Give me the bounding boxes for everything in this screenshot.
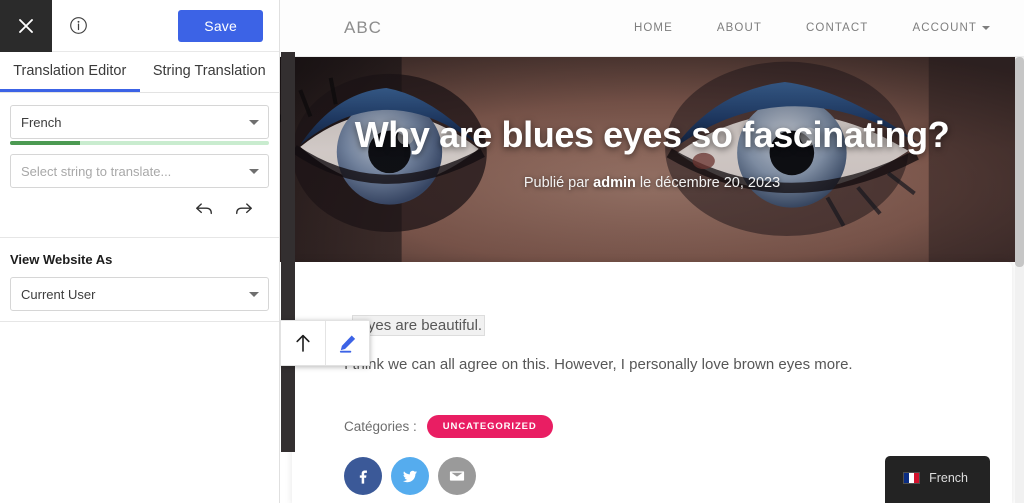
- categories-row: Catégories : UNCATEGORIZED: [344, 414, 960, 438]
- translation-sidebar: Save Translation Editor String Translati…: [0, 0, 280, 503]
- hero-text-block: Why are blues eyes so fascinating? Publi…: [280, 57, 1024, 262]
- nav-item-about-label: ABOUT: [716, 22, 762, 34]
- pencil-edit-icon[interactable]: [325, 321, 369, 365]
- chevron-down-icon: [249, 292, 259, 297]
- language-switcher[interactable]: French: [885, 456, 990, 503]
- scrollbar-thumb[interactable]: [1015, 57, 1024, 267]
- arrow-up-icon[interactable]: [281, 321, 325, 365]
- post-author: admin: [593, 175, 636, 191]
- close-icon[interactable]: [0, 0, 52, 52]
- history-controls: [10, 188, 269, 227]
- language-select[interactable]: French: [10, 105, 269, 139]
- french-flag-icon: [903, 472, 921, 484]
- save-button[interactable]: Save: [178, 9, 263, 42]
- language-switcher-label: French: [929, 471, 968, 485]
- tab-string-translation-label: String Translation: [152, 63, 266, 79]
- nav-item-home-label: HOME: [633, 22, 673, 34]
- string-select[interactable]: Select string to translate...: [10, 154, 269, 188]
- view-as-select-value: Current User: [21, 286, 96, 302]
- preview-scrollbar[interactable]: [1015, 57, 1024, 503]
- website-preview: ABC HOME ABOUT CONTACT ACCOUNT Why are b…: [280, 0, 1024, 503]
- tab-translation-editor[interactable]: Translation Editor: [0, 52, 140, 92]
- tab-translation-editor-label: Translation Editor: [13, 63, 127, 79]
- post-meta: Publié par admin le décembre 20, 2023: [524, 175, 780, 191]
- categories-label: Catégories :: [344, 418, 417, 434]
- sidebar-header: Save: [0, 0, 279, 52]
- category-badge-uncategorized[interactable]: UNCATEGORIZED: [426, 414, 553, 438]
- share-twitter-icon[interactable]: [391, 456, 429, 495]
- undo-icon[interactable]: [191, 197, 217, 221]
- chevron-down-icon: [249, 120, 259, 125]
- translatable-string-highlight[interactable]: eyes are beautiful.: [352, 315, 486, 336]
- site-navbar: ABC HOME ABOUT CONTACT ACCOUNT: [280, 0, 1024, 57]
- view-as-select[interactable]: Current User: [10, 277, 269, 311]
- translation-controls-section: French Select string to translate...: [0, 93, 279, 238]
- translation-editor-app: Save Translation Editor String Translati…: [0, 0, 1024, 503]
- nav-item-account-label: ACCOUNT: [912, 22, 977, 34]
- chevron-down-icon: [249, 169, 259, 174]
- language-select-value: French: [21, 114, 62, 130]
- share-facebook-icon[interactable]: [344, 456, 382, 495]
- share-email-icon[interactable]: [438, 456, 476, 495]
- nav-item-contact-label: CONTACT: [806, 22, 869, 34]
- hero-banner: Why are blues eyes so fascinating? Publi…: [280, 57, 1024, 262]
- nav-item-about[interactable]: ABOUT: [717, 22, 762, 34]
- page-title: Why are blues eyes so fascinating?: [354, 114, 950, 155]
- nav-item-contact[interactable]: CONTACT: [806, 22, 868, 34]
- editor-tabs: Translation Editor String Translation: [0, 52, 279, 93]
- preview-frame-edge: [281, 52, 295, 452]
- string-select-placeholder: Select string to translate...: [21, 163, 172, 179]
- view-website-as-label: View Website As: [10, 252, 113, 267]
- nav-item-account[interactable]: ACCOUNT: [912, 22, 990, 34]
- translation-progress-bar: [10, 141, 269, 145]
- chevron-down-icon: [982, 26, 990, 30]
- nav-links: HOME ABOUT CONTACT ACCOUNT: [634, 22, 990, 34]
- post-meta-suffix: le décembre 20, 2023: [635, 175, 781, 191]
- article-paragraph-2: I think we can all agree on this. Howeve…: [344, 356, 853, 374]
- redo-icon[interactable]: [231, 197, 257, 221]
- site-logo[interactable]: ABC: [344, 18, 382, 38]
- translation-progress-fill: [10, 141, 80, 145]
- social-share-row: [344, 456, 960, 495]
- nav-item-home[interactable]: HOME: [634, 22, 673, 34]
- post-meta-prefix: Publié par: [523, 175, 594, 191]
- info-icon[interactable]: [52, 0, 104, 52]
- view-website-as-section: Current User: [0, 267, 279, 322]
- inline-edit-toolbar: [280, 320, 370, 366]
- article-paragraph-1: e eyes are beautiful.: [344, 314, 960, 338]
- tab-string-translation[interactable]: String Translation: [140, 52, 280, 92]
